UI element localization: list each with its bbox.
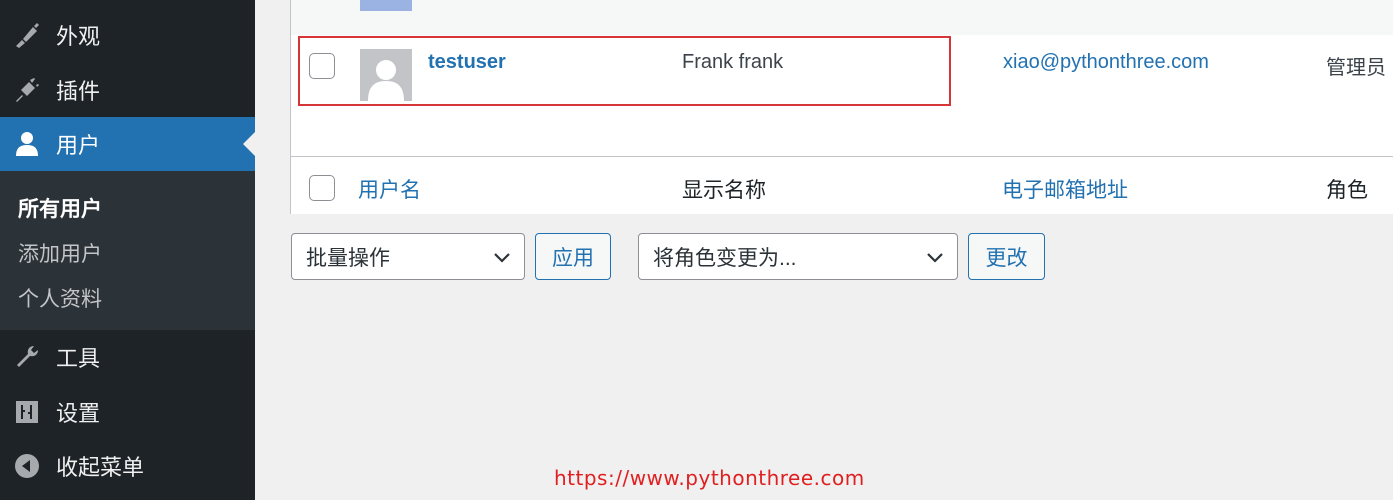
submenu-item-all-users[interactable]: 所有用户: [18, 193, 102, 223]
menu-label: 插件: [56, 79, 101, 104]
menu-label: 收起菜单: [56, 455, 145, 480]
column-header-role: 角色: [1326, 179, 1368, 202]
table-row: [291, 0, 1393, 35]
menu-item-settings[interactable]: 设置: [0, 385, 255, 439]
menu-item-tools[interactable]: 工具: [0, 330, 255, 384]
table-footer-header: 用户名 显示名称 电子邮箱地址 角色: [291, 156, 1393, 214]
chevron-down-icon: [492, 247, 512, 267]
users-submenu: 所有用户 添加用户 个人资料: [0, 171, 255, 330]
plugins-icon: [13, 76, 41, 104]
email-link[interactable]: xiao@pythonthree.com: [1003, 51, 1209, 74]
menu-label: 外观: [56, 24, 101, 49]
admin-sidebar: 外观 插件 用户 所有用户 添加用户 个人资料 工具 设置 收起菜单: [0, 0, 255, 500]
submenu-item-profile[interactable]: 个人资料: [18, 283, 102, 313]
username-link[interactable]: testuser: [428, 51, 506, 74]
settings-sliders-icon: [13, 398, 41, 426]
bulk-actions-select[interactable]: 批量操作: [291, 233, 525, 280]
watermark-text: https://www.pythonthree.com: [554, 466, 865, 490]
active-menu-arrow: [243, 132, 255, 156]
tools-wrench-icon: [13, 343, 41, 371]
table-row: testuser Frank frank xiao@pythonthree.co…: [291, 35, 1393, 156]
users-table: testuser Frank frank xiao@pythonthree.co…: [290, 0, 1393, 214]
avatar: [360, 0, 412, 11]
appearance-brush-icon: [13, 21, 41, 49]
bulk-actions-value: 批量操作: [306, 246, 390, 270]
menu-label: 工具: [56, 346, 101, 371]
menu-label: 用户: [56, 133, 101, 158]
menu-label: 设置: [56, 401, 101, 426]
menu-item-plugins[interactable]: 插件: [0, 63, 255, 117]
role-cell: 管理员: [1326, 57, 1386, 79]
users-icon: [13, 130, 41, 158]
column-header-display-name: 显示名称: [682, 179, 766, 202]
avatar: [360, 49, 412, 101]
submenu-item-add-user[interactable]: 添加用户: [18, 238, 102, 268]
display-name-cell: Frank frank: [682, 51, 784, 73]
collapse-menu-icon: [13, 452, 41, 480]
apply-button[interactable]: 应用: [535, 233, 611, 280]
select-all-checkbox[interactable]: [309, 175, 335, 201]
collapse-menu-button[interactable]: 收起菜单: [0, 439, 255, 493]
column-header-username[interactable]: 用户名: [358, 174, 421, 204]
row-select-checkbox[interactable]: [309, 53, 335, 79]
menu-item-appearance[interactable]: 外观: [0, 8, 255, 62]
change-role-select[interactable]: 将角色变更为...: [638, 233, 958, 280]
change-role-button[interactable]: 更改: [968, 233, 1045, 280]
change-role-value: 将角色变更为...: [653, 246, 797, 270]
chevron-down-icon: [925, 247, 945, 267]
menu-item-users[interactable]: 用户: [0, 117, 255, 171]
column-header-email[interactable]: 电子邮箱地址: [1002, 174, 1128, 204]
